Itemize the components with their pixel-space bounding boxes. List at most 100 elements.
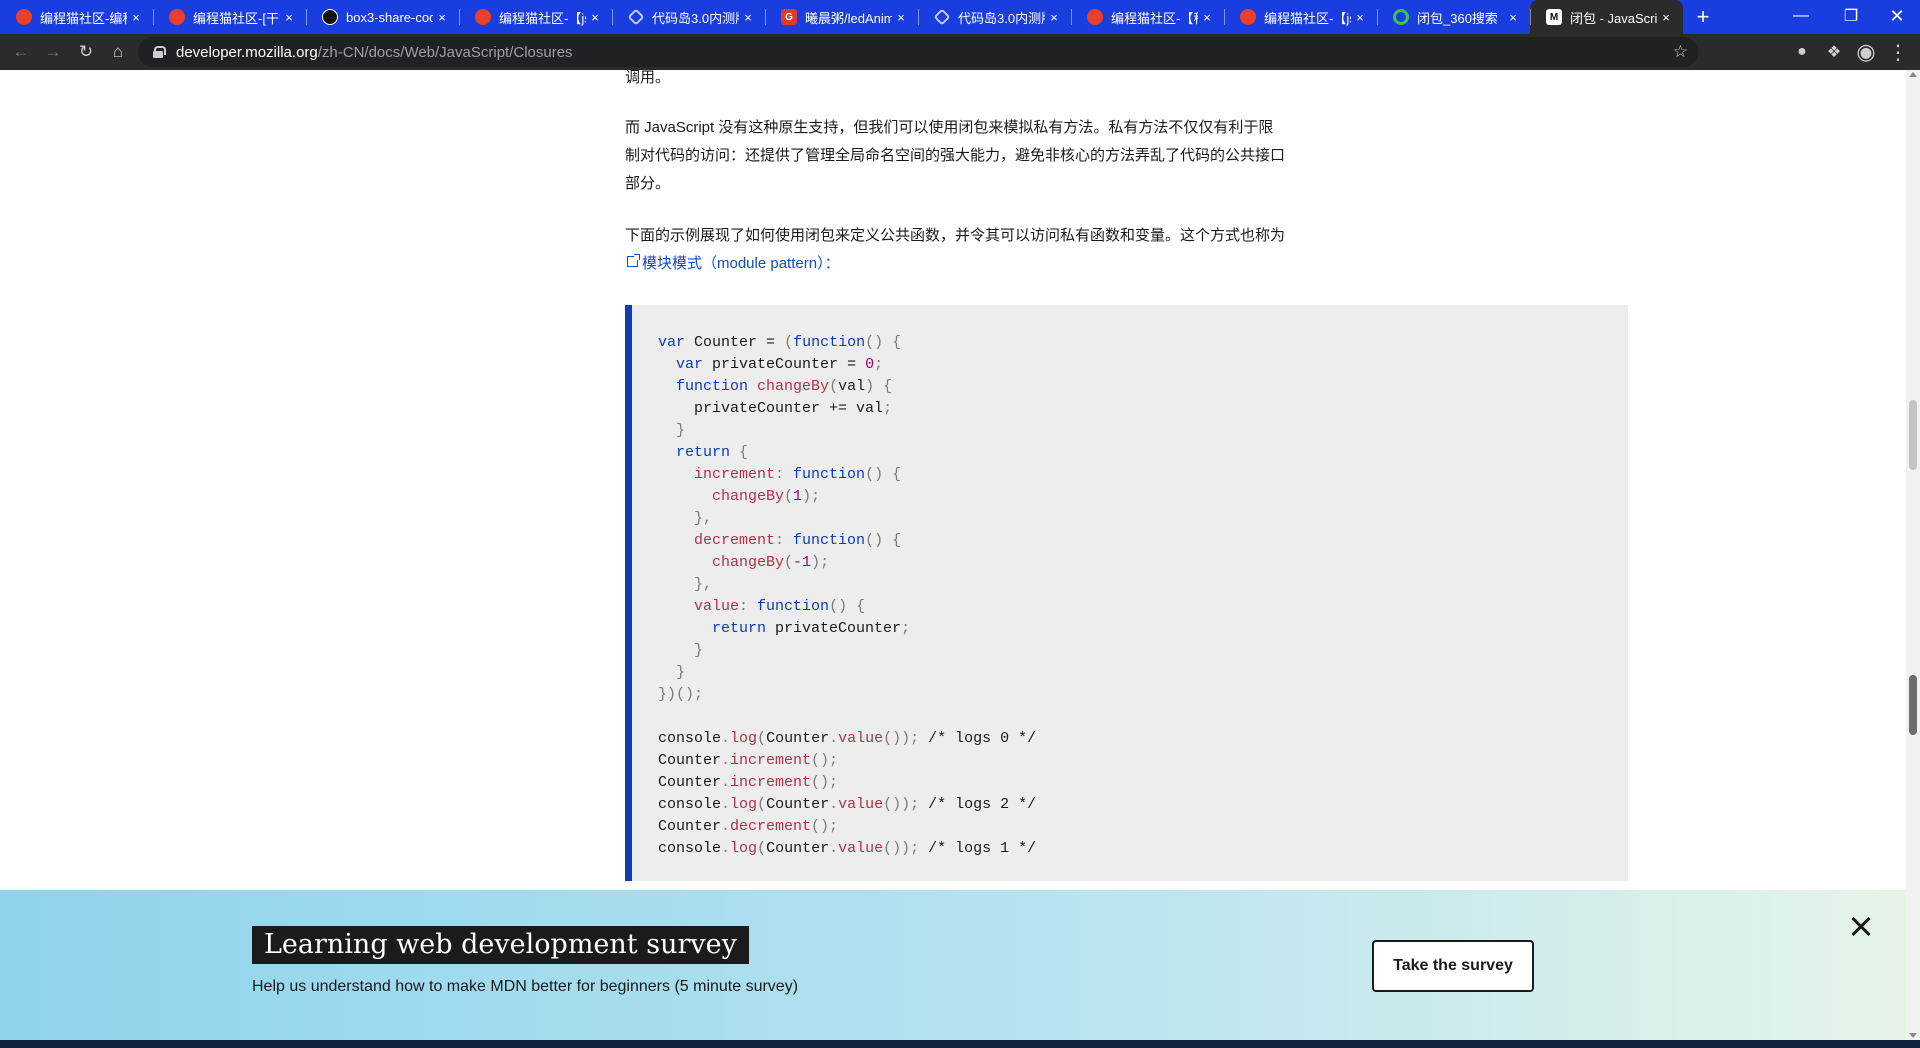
code-token: value [838,840,884,857]
banner-close-icon[interactable] [1846,912,1874,940]
scrollbar-marker[interactable] [1909,675,1917,735]
code-line: decrement: function() { [658,530,1036,552]
code-token: log [730,730,758,747]
code-line: Counter.increment(); [658,750,1036,772]
tab-close-icon[interactable]: × [1657,10,1675,25]
window-close-icon[interactable]: ✕ [1874,0,1920,32]
tab-2[interactable]: box3-share-code× [306,0,459,34]
code-token: ; [874,356,884,373]
code-token: ; [883,400,893,417]
tab-close-icon[interactable]: × [433,10,451,25]
code-token: Counter [766,730,830,747]
code-token: decrement [694,532,776,549]
code-token: ( [757,730,767,747]
tab-3[interactable]: 编程猫社区-【js × [459,0,612,34]
tab-close-icon[interactable]: × [1045,10,1063,25]
tab-close-icon[interactable]: × [127,10,145,25]
scroll-down-arrow-icon[interactable] [1909,1033,1917,1038]
forward-arrow-icon[interactable]: → [37,36,69,68]
tab-strip: 编程猫社区-编程×编程猫社区-[干货×box3-share-code×编程猫社区… [0,0,1920,34]
code-token: return [712,620,767,637]
code-token: ) { [865,378,893,395]
code-token: : [739,598,758,615]
bookmark-star-icon[interactable]: ☆ [1673,42,1688,62]
code-token: . [721,796,731,813]
code-token: = [766,334,776,351]
tab-6[interactable]: 代码岛3.0内测版 × [918,0,1071,34]
paragraph-private-methods: 而 JavaScript 没有这种原生支持，但我们可以使用闭包来模拟私有方法。私… [625,119,1286,192]
page-scrollbar[interactable] [1906,70,1920,1040]
code-token: changeBy [757,378,830,395]
restore-icon[interactable]: ❐ [1828,0,1874,32]
home-icon[interactable]: ⌂ [102,36,134,68]
code-block: var Counter = (function() { var privateC… [625,305,1628,881]
code-token: (); [811,774,839,791]
take-survey-button[interactable]: Take the survey [1372,940,1534,992]
extension-circle-icon[interactable]: ● [1786,36,1818,68]
code-token: () { [865,334,902,351]
tab-4[interactable]: 代码岛3.0内测版 × [612,0,765,34]
code-token: log [730,796,758,813]
new-tab-button[interactable]: + [1683,0,1723,34]
tab-0[interactable]: 编程猫社区-编程 × [0,0,153,34]
module-pattern-link[interactable]: 模块模式（module pattern）： [642,255,840,272]
minimize-icon[interactable]: — [1778,0,1824,32]
360-icon [1393,9,1409,25]
tab-close-icon[interactable]: × [586,10,604,25]
tab-5[interactable]: G 曦晨粥/ledAnim × [765,0,918,34]
puzzle-extensions-icon[interactable]: ❖ [1818,36,1850,68]
tab-8[interactable]: 编程猫社区-【js × [1224,0,1377,34]
tab-1[interactable]: 编程猫社区-[干货× [153,0,306,34]
scroll-up-arrow-icon[interactable] [1909,72,1917,77]
tab-title: 编程猫社区-【js [1264,10,1351,26]
hex-icon [627,8,645,26]
tab-close-icon[interactable]: × [1504,10,1522,25]
paragraph-top: 调用。 [625,70,671,86]
tab-close-icon[interactable]: × [1351,10,1369,25]
external-link-icon [627,254,640,267]
tab-title: 闭包_360搜索 [1417,10,1498,26]
tab-title: 编程猫社区-[干货 [193,10,280,26]
tab-close-icon[interactable]: × [739,10,757,25]
tab-close-icon[interactable]: × [1198,10,1216,25]
profile-avatar-icon[interactable]: ◉ [1850,36,1882,68]
code-token: /* logs 2 */ [928,796,1037,813]
menu-kebab-icon[interactable]: ⋮ [1882,36,1914,68]
scrollbar-thumb[interactable] [1909,400,1917,470]
lock-icon[interactable] [152,46,166,58]
code-token: privateCounter [766,620,902,637]
tab-title: box3-share-code [346,9,433,25]
code-token: . [721,752,731,769]
code-token: }, [658,510,713,527]
code-token: function [757,598,830,615]
cat-icon [16,9,32,25]
code-token: function [676,378,749,395]
tab-close-icon[interactable]: × [892,10,910,25]
code-token: })(); [658,686,704,703]
code-token: -1 [793,554,812,571]
tab-10[interactable]: M 闭包 - JavaScript× [1530,0,1683,34]
tab-9[interactable]: 闭包_360搜索 × [1377,0,1530,34]
gitee-icon: G [781,9,797,25]
cat-icon [475,9,491,25]
code-token: . [721,774,731,791]
code-token: ( [784,334,794,351]
code-line: var Counter = (function() { [658,332,1036,354]
back-arrow-icon[interactable]: ← [5,36,37,68]
reload-icon[interactable]: ↻ [70,36,102,68]
tab-7[interactable]: 编程猫社区-【程 × [1071,0,1224,34]
code-token: privateCounter [703,356,848,373]
code-line: }, [658,574,1036,596]
tab-close-icon[interactable]: × [280,10,298,25]
tab-title: 闭包 - JavaScript [1570,10,1657,26]
code-token: . [829,840,839,857]
cat-icon [169,9,185,25]
code-token: ()); [883,730,929,747]
code-token: return [676,444,731,461]
code-token: /* logs 0 */ [928,730,1037,747]
address-bar[interactable]: developer.mozilla.org/zh-CN/docs/Web/Jav… [138,37,1698,67]
